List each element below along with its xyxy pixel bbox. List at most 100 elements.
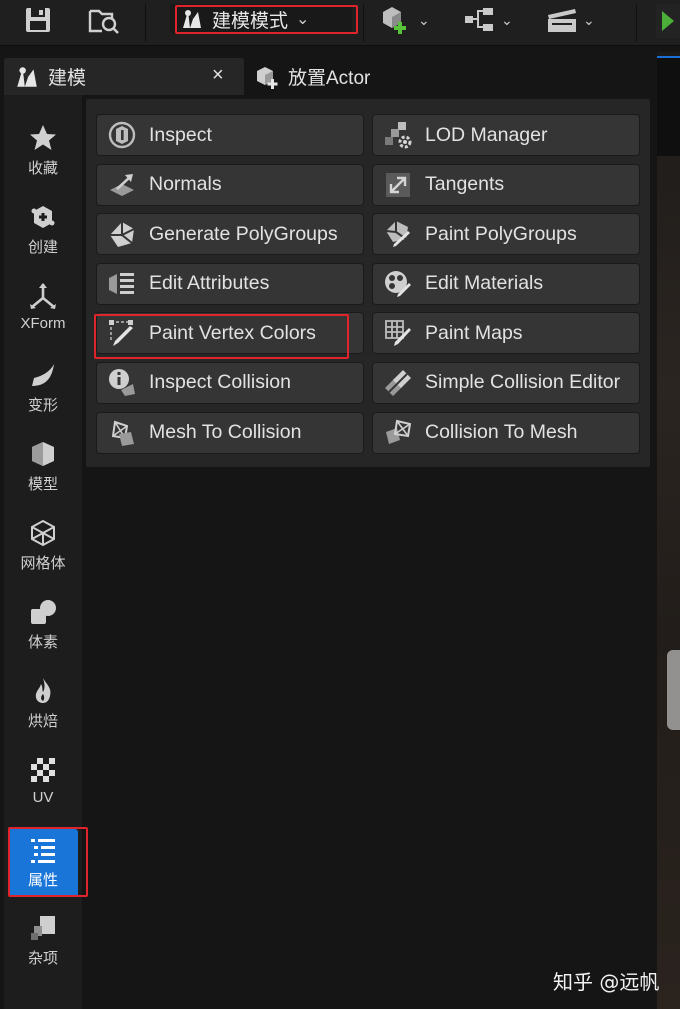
misc-icon <box>31 916 55 940</box>
close-icon[interactable]: × <box>212 64 224 87</box>
category-mesh[interactable]: 网格体 <box>8 518 78 590</box>
chevron-down-icon: ⌄ <box>583 11 595 28</box>
normals-icon <box>110 173 134 196</box>
tool-paint-maps[interactable]: Paint Maps <box>372 312 640 355</box>
voxel-icon <box>31 600 56 624</box>
category-label: 烘焙 <box>27 713 58 730</box>
category-bake[interactable]: 烘焙 <box>8 676 78 748</box>
tool-inspect[interactable]: Inspect <box>96 114 364 156</box>
category-voxel[interactable]: 体素 <box>8 597 78 669</box>
tool-label: Edit Attributes <box>149 272 270 295</box>
inspect-icon <box>108 121 136 149</box>
blueprint-button[interactable]: ⌄ <box>463 6 513 34</box>
category-uv[interactable]: UV <box>8 755 78 827</box>
tab-label: 建模 <box>48 68 87 89</box>
edit-materials-icon <box>385 270 411 297</box>
mode-selector-label: 建模模式 <box>212 10 289 32</box>
category-deform[interactable]: 变形 <box>8 360 78 432</box>
tool-collision-to-mesh[interactable]: Collision To Mesh <box>372 411 640 454</box>
level-viewport[interactable] <box>657 52 680 1009</box>
tool-label: Tangents <box>425 173 505 196</box>
paint-maps-icon <box>385 320 411 347</box>
tool-label: Collision To Mesh <box>425 421 578 444</box>
category-misc[interactable]: 杂项 <box>8 913 78 985</box>
category-attributes[interactable]: 属性 <box>8 829 78 897</box>
watermark-text: 知乎 @远帆 <box>553 970 660 994</box>
category-label: 变形 <box>27 397 58 414</box>
deform-icon <box>32 364 54 386</box>
tool-label: Inspect Collision <box>149 371 291 394</box>
xform-icon <box>30 283 56 309</box>
add-actor-button[interactable]: ⌄ <box>380 6 430 34</box>
category-label: UV <box>32 789 54 806</box>
viewport-scene-object <box>667 650 680 730</box>
chevron-down-icon: ⌄ <box>296 11 310 28</box>
tool-lod-manager[interactable]: LOD Manager <box>372 114 640 156</box>
uv-icon <box>31 758 55 782</box>
mesh-to-collision-icon <box>111 420 134 446</box>
chevron-down-icon: ⌄ <box>501 11 513 28</box>
paint-polygroups-icon <box>385 221 410 248</box>
category-favorites[interactable]: 收藏 <box>8 123 78 195</box>
category-label: 创建 <box>27 239 58 256</box>
category-label: 收藏 <box>27 160 58 177</box>
place-actor-icon <box>257 66 278 89</box>
tool-edit-attributes[interactable]: Edit Attributes <box>96 262 364 305</box>
tool-paint-vertex-colors[interactable]: Paint Vertex Colors <box>96 312 364 355</box>
tool-label: Inspect <box>149 123 212 146</box>
category-sidebar: 收藏 创建 XForm 变形 模型 网格体 体素 烘焙 UV 属性 杂项 <box>4 95 82 1009</box>
mode-selector-dropdown[interactable]: 建模模式 ⌄ <box>170 4 352 34</box>
tab-place-actors[interactable]: 放置Actor <box>248 58 508 95</box>
toolbar-divider <box>145 4 146 42</box>
modeling-mode-icon <box>183 10 201 28</box>
tool-normals[interactable]: Normals <box>96 163 364 206</box>
category-label: 属性 <box>27 872 58 889</box>
add-actor-icon <box>383 7 406 34</box>
inspect-collision-icon <box>109 368 135 396</box>
bake-icon <box>35 678 51 703</box>
tool-generate-polygroups[interactable]: Generate PolyGroups <box>96 213 364 256</box>
tool-label: Simple Collision Editor <box>425 371 621 394</box>
tool-inspect-collision[interactable]: Inspect Collision <box>96 361 364 404</box>
tool-label: Normals <box>149 173 222 196</box>
category-model[interactable]: 模型 <box>8 439 78 511</box>
viewport-header <box>657 56 680 156</box>
tool-palette: Inspect LOD Manager Normals Tangents Gen… <box>86 99 650 467</box>
tab-label: 放置Actor <box>288 68 371 89</box>
main-toolbar: 建模模式 ⌄ ⌄ ⌄ ⌄ <box>0 0 680 46</box>
category-label: 模型 <box>27 476 58 493</box>
play-button[interactable] <box>656 4 680 38</box>
toolbar-divider <box>636 4 637 42</box>
generate-polygroups-icon <box>110 222 135 248</box>
star-icon <box>30 125 56 150</box>
cinematics-button[interactable]: ⌄ <box>545 6 595 34</box>
model-icon <box>32 442 54 466</box>
tool-label: Edit Materials <box>425 272 544 295</box>
edit-attributes-icon <box>109 272 134 294</box>
tab-modeling[interactable]: 建模 × <box>4 58 244 95</box>
tool-paint-polygroups[interactable]: Paint PolyGroups <box>372 213 640 256</box>
collision-to-mesh-icon <box>386 419 412 444</box>
category-label: 体素 <box>27 634 58 651</box>
tool-label: Generate PolyGroups <box>149 222 338 245</box>
chevron-down-icon: ⌄ <box>418 11 430 28</box>
tool-label: Paint Vertex Colors <box>149 321 316 344</box>
category-create[interactable]: 创建 <box>8 202 78 274</box>
tool-label: Mesh To Collision <box>149 421 302 444</box>
browse-content-icon[interactable] <box>88 6 120 34</box>
toolbar-divider <box>363 4 364 42</box>
tool-label: Paint Maps <box>425 321 523 344</box>
blueprint-icon <box>465 8 493 31</box>
tool-label: LOD Manager <box>425 123 548 146</box>
tool-edit-materials[interactable]: Edit Materials <box>372 262 640 305</box>
tool-simple-collision-editor[interactable]: Simple Collision Editor <box>372 361 640 404</box>
tool-label: Paint PolyGroups <box>425 222 577 245</box>
tool-tangents[interactable]: Tangents <box>372 163 640 206</box>
tool-mesh-to-collision[interactable]: Mesh To Collision <box>96 411 364 454</box>
lod-manager-icon <box>385 122 412 149</box>
category-label: 网格体 <box>20 555 66 572</box>
save-icon[interactable] <box>24 6 52 34</box>
category-label: XForm <box>20 315 66 332</box>
category-xform[interactable]: XForm <box>8 281 78 353</box>
clapperboard-icon <box>548 9 576 32</box>
